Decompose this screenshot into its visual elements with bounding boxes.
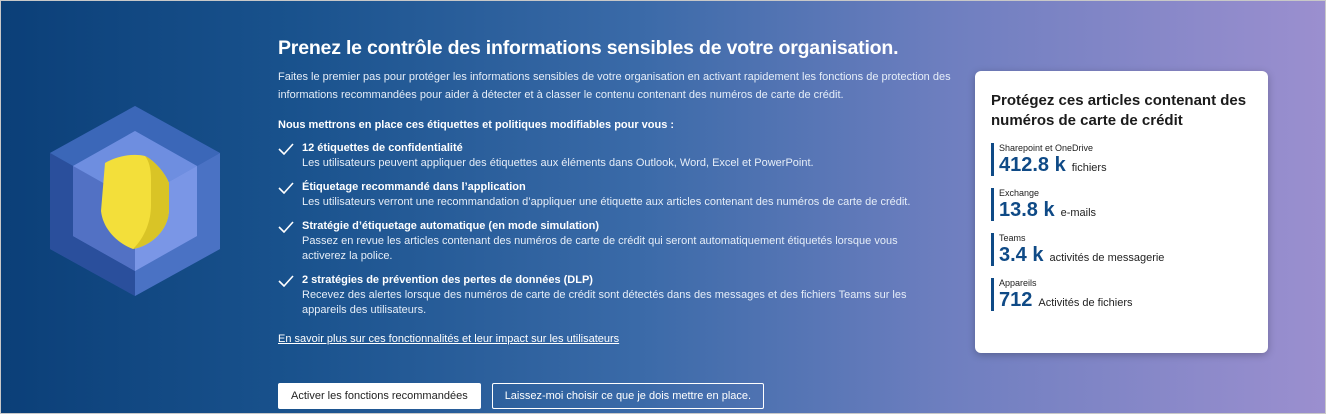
features-subheading: Nous mettrons en place ces étiquettes et… <box>278 119 675 131</box>
learn-more-link[interactable]: En savoir plus sur ces fonctionnalités e… <box>278 333 619 345</box>
stat-label: Sharepoint et OneDrive <box>999 143 1094 153</box>
stat-teams: Teams 3.4 k activités de messagerie <box>991 233 1252 266</box>
feature-item: 12 étiquettes de confidentialité Les uti… <box>278 141 968 171</box>
feature-description: Recevez des alertes lorsque des numéros … <box>302 289 907 316</box>
shield-hexagon-icon <box>50 106 220 296</box>
stat-unit: activités de messagerie <box>1049 252 1165 264</box>
stat-label: Teams <box>999 233 1026 243</box>
stat-exchange: Exchange 13.8 k e-mails <box>991 188 1252 221</box>
banner-intro: Faites le premier pas pour protéger les … <box>278 71 951 101</box>
activate-recommended-button[interactable]: Activer les fonctions recommandées <box>278 383 481 409</box>
feature-description: Passez en revue les articles contenant d… <box>302 235 898 262</box>
protection-stats-card: Protégez ces articles contenant des numé… <box>975 71 1268 353</box>
checkmark-icon <box>278 273 302 318</box>
stat-devices: Appareils 712 Activités de fichiers <box>991 278 1252 311</box>
feature-title: 12 étiquettes de confidentialité <box>302 142 463 154</box>
feature-title: Stratégie d’étiquetage automatique (en m… <box>302 220 600 232</box>
stat-value: 412.8 k <box>999 154 1066 176</box>
feature-description: Les utilisateurs verront une recommandat… <box>302 196 911 208</box>
feature-item: Stratégie d’étiquetage automatique (en m… <box>278 219 968 264</box>
choose-manually-button[interactable]: Laissez-moi choisir ce que je dois mettr… <box>491 383 765 409</box>
checkmark-icon <box>278 180 302 210</box>
stat-unit: fichiers <box>1071 162 1107 174</box>
info-protection-banner: Prenez le contrôle des informations sens… <box>0 0 1326 414</box>
feature-title: Étiquetage recommandé dans l’application <box>302 181 526 193</box>
banner-content: Prenez le contrôle des informations sens… <box>278 37 968 347</box>
stat-value: 3.4 k <box>999 244 1044 266</box>
action-buttons: Activer les fonctions recommandées Laiss… <box>278 383 765 409</box>
stat-value: 13.8 k <box>999 199 1055 221</box>
stat-unit: e-mails <box>1060 207 1097 219</box>
feature-item: Étiquetage recommandé dans l’application… <box>278 180 968 210</box>
checkmark-icon <box>278 219 302 264</box>
stat-unit: Activités de fichiers <box>1038 297 1133 309</box>
stat-label: Appareils <box>999 278 1037 288</box>
feature-item: 2 stratégies de prévention des pertes de… <box>278 273 968 318</box>
stat-sharepoint: Sharepoint et OneDrive 412.8 k fichiers <box>991 143 1252 176</box>
checkmark-icon <box>278 141 302 171</box>
feature-title: 2 stratégies de prévention des pertes de… <box>302 274 593 286</box>
feature-description: Les utilisateurs peuvent appliquer des é… <box>302 157 814 169</box>
stat-value: 712 <box>999 289 1033 311</box>
stat-label: Exchange <box>999 188 1040 198</box>
banner-title: Prenez le contrôle des informations sens… <box>278 37 899 59</box>
card-title: Protégez ces articles contenant des numé… <box>991 92 1247 129</box>
